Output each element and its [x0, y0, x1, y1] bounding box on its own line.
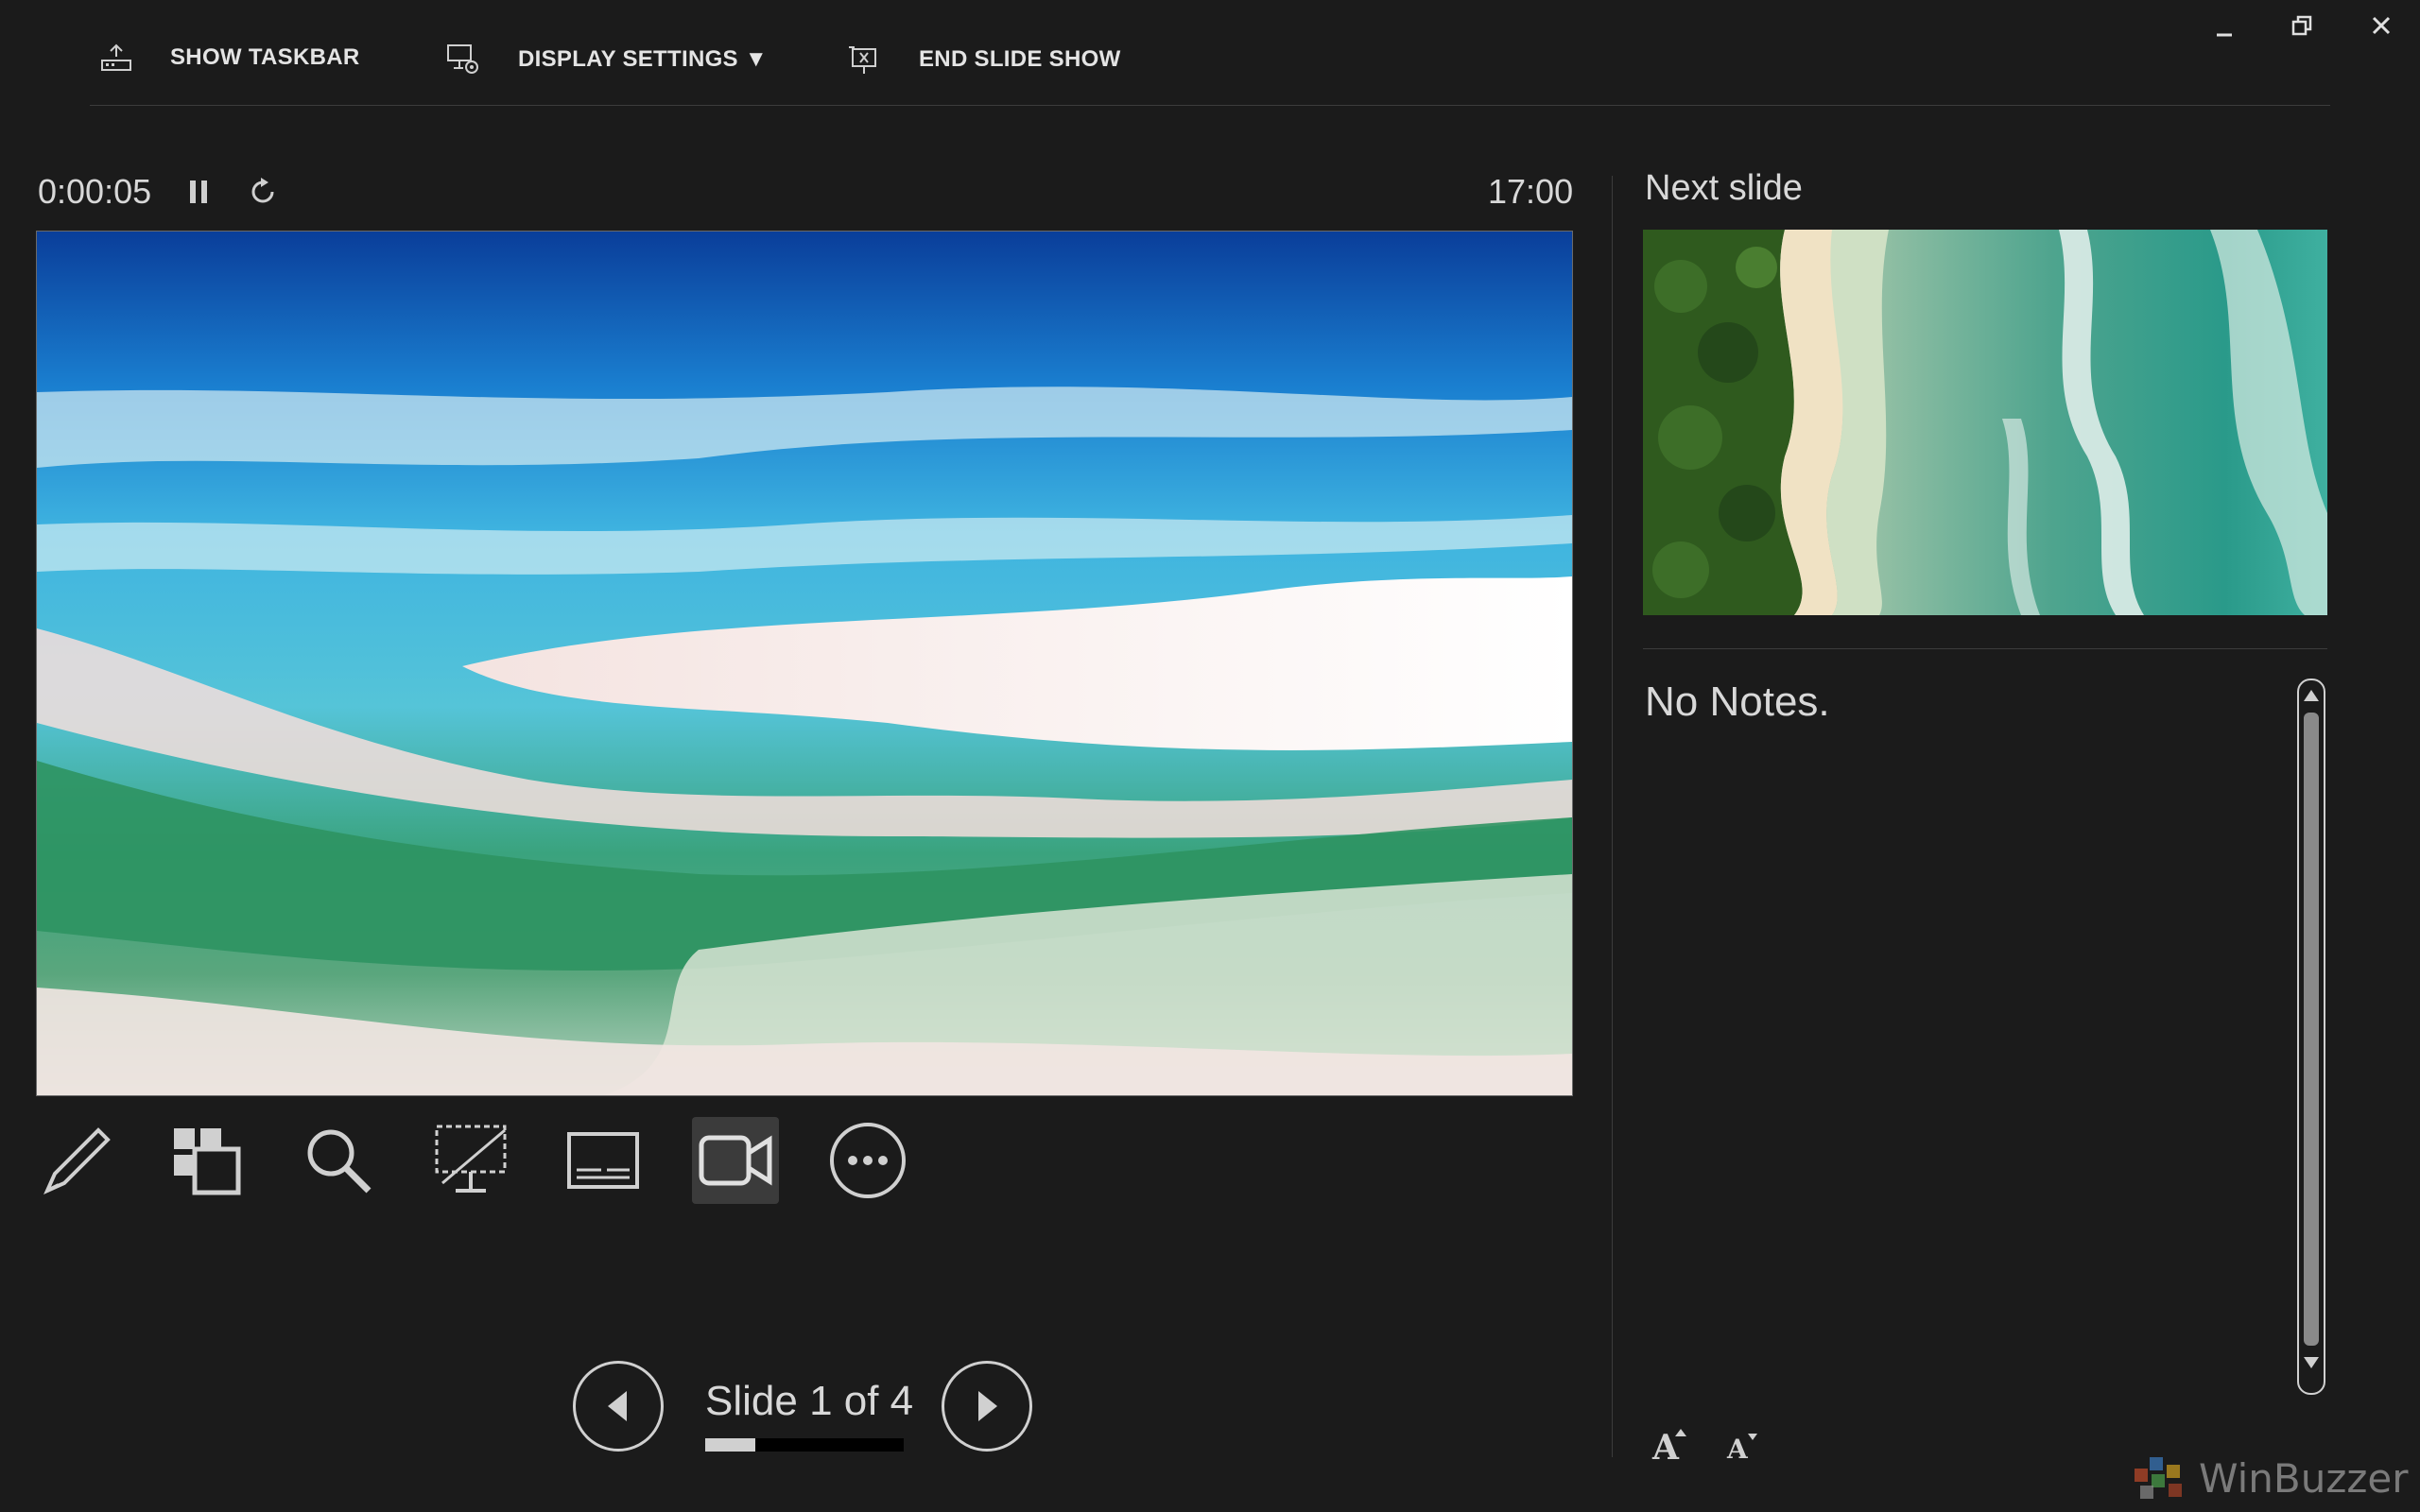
next-arrow-icon [978, 1391, 997, 1421]
pen-icon [43, 1127, 111, 1194]
scroll-up-icon [2304, 690, 2319, 701]
close-icon[interactable] [2358, 2, 2405, 49]
decrease-font-icon: A [1726, 1434, 1757, 1464]
watermark-text: WinBuzzer [2199, 1454, 2409, 1502]
pause-timer-button[interactable] [182, 172, 216, 212]
speaker-notes[interactable]: No Notes. [1645, 679, 1830, 726]
tropical-beach-image [1643, 230, 2327, 615]
watermark: WinBuzzer [2131, 1452, 2409, 1504]
see-all-slides-icon [174, 1128, 241, 1195]
winbuzzer-logo-icon [2135, 1457, 2182, 1499]
panel-divider [1612, 176, 1613, 1457]
slide-progress-fill [705, 1438, 755, 1452]
minimize-icon[interactable] [2201, 4, 2248, 51]
end-slide-show-button[interactable]: END SLIDE SHOW [847, 43, 1121, 76]
previous-arrow-icon [608, 1391, 627, 1421]
next-slide-title: Next slide [1645, 168, 1803, 208]
show-taskbar-button[interactable]: SHOW TASKBAR [100, 43, 359, 72]
svg-text:A: A [1726, 1434, 1749, 1464]
zoom-button[interactable] [295, 1117, 382, 1204]
end-show-icon [849, 46, 876, 74]
subtitles-icon [567, 1132, 639, 1189]
pause-icon [190, 180, 207, 203]
clock: 17:00 [1488, 172, 1574, 211]
scroll-thumb[interactable] [2304, 713, 2319, 1346]
pen-tool-button[interactable] [32, 1117, 119, 1204]
black-screen-icon [435, 1125, 507, 1193]
subtitles-button[interactable] [560, 1117, 647, 1204]
svg-text:A: A [1651, 1428, 1680, 1465]
restart-icon [251, 178, 274, 203]
taskbar-icon [101, 43, 131, 71]
camera-icon [699, 1135, 772, 1186]
restore-icon[interactable] [2278, 2, 2325, 49]
see-all-slides-button[interactable] [163, 1117, 250, 1204]
show-taskbar-label: SHOW TASKBAR [170, 44, 360, 70]
toolbar-divider [90, 105, 2330, 106]
display-settings-label: DISPLAY SETTINGS ▼ [518, 46, 768, 72]
black-screen-button[interactable] [427, 1117, 514, 1204]
display-settings-icon [447, 44, 478, 74]
scroll-down-icon [2304, 1357, 2319, 1368]
slide-progress-bar [705, 1438, 904, 1452]
more-options-button[interactable] [824, 1117, 911, 1204]
next-slide-button[interactable] [942, 1361, 1032, 1452]
end-slide-show-label: END SLIDE SHOW [919, 46, 1121, 72]
decrease-font-button[interactable]: A [1719, 1421, 1766, 1469]
preview-notes-divider [1643, 648, 2327, 649]
slide-counter[interactable]: Slide 1 of 4 [705, 1378, 913, 1425]
zoom-icon [307, 1129, 372, 1194]
more-options-icon [830, 1123, 906, 1198]
display-settings-button[interactable]: DISPLAY SETTINGS ▼ [446, 43, 768, 76]
increase-font-button[interactable]: A [1643, 1418, 1696, 1470]
restart-timer-button[interactable] [244, 172, 282, 212]
increase-font-icon: A [1651, 1428, 1686, 1465]
next-slide-preview[interactable] [1643, 230, 2327, 615]
previous-slide-button[interactable] [573, 1361, 664, 1452]
notes-scrollbar[interactable] [2297, 679, 2325, 1395]
beach-lagoon-image [37, 232, 1572, 1095]
current-slide[interactable] [36, 231, 1573, 1096]
camera-toggle-button[interactable] [692, 1117, 779, 1204]
elapsed-timer: 0:00:05 [38, 172, 152, 211]
